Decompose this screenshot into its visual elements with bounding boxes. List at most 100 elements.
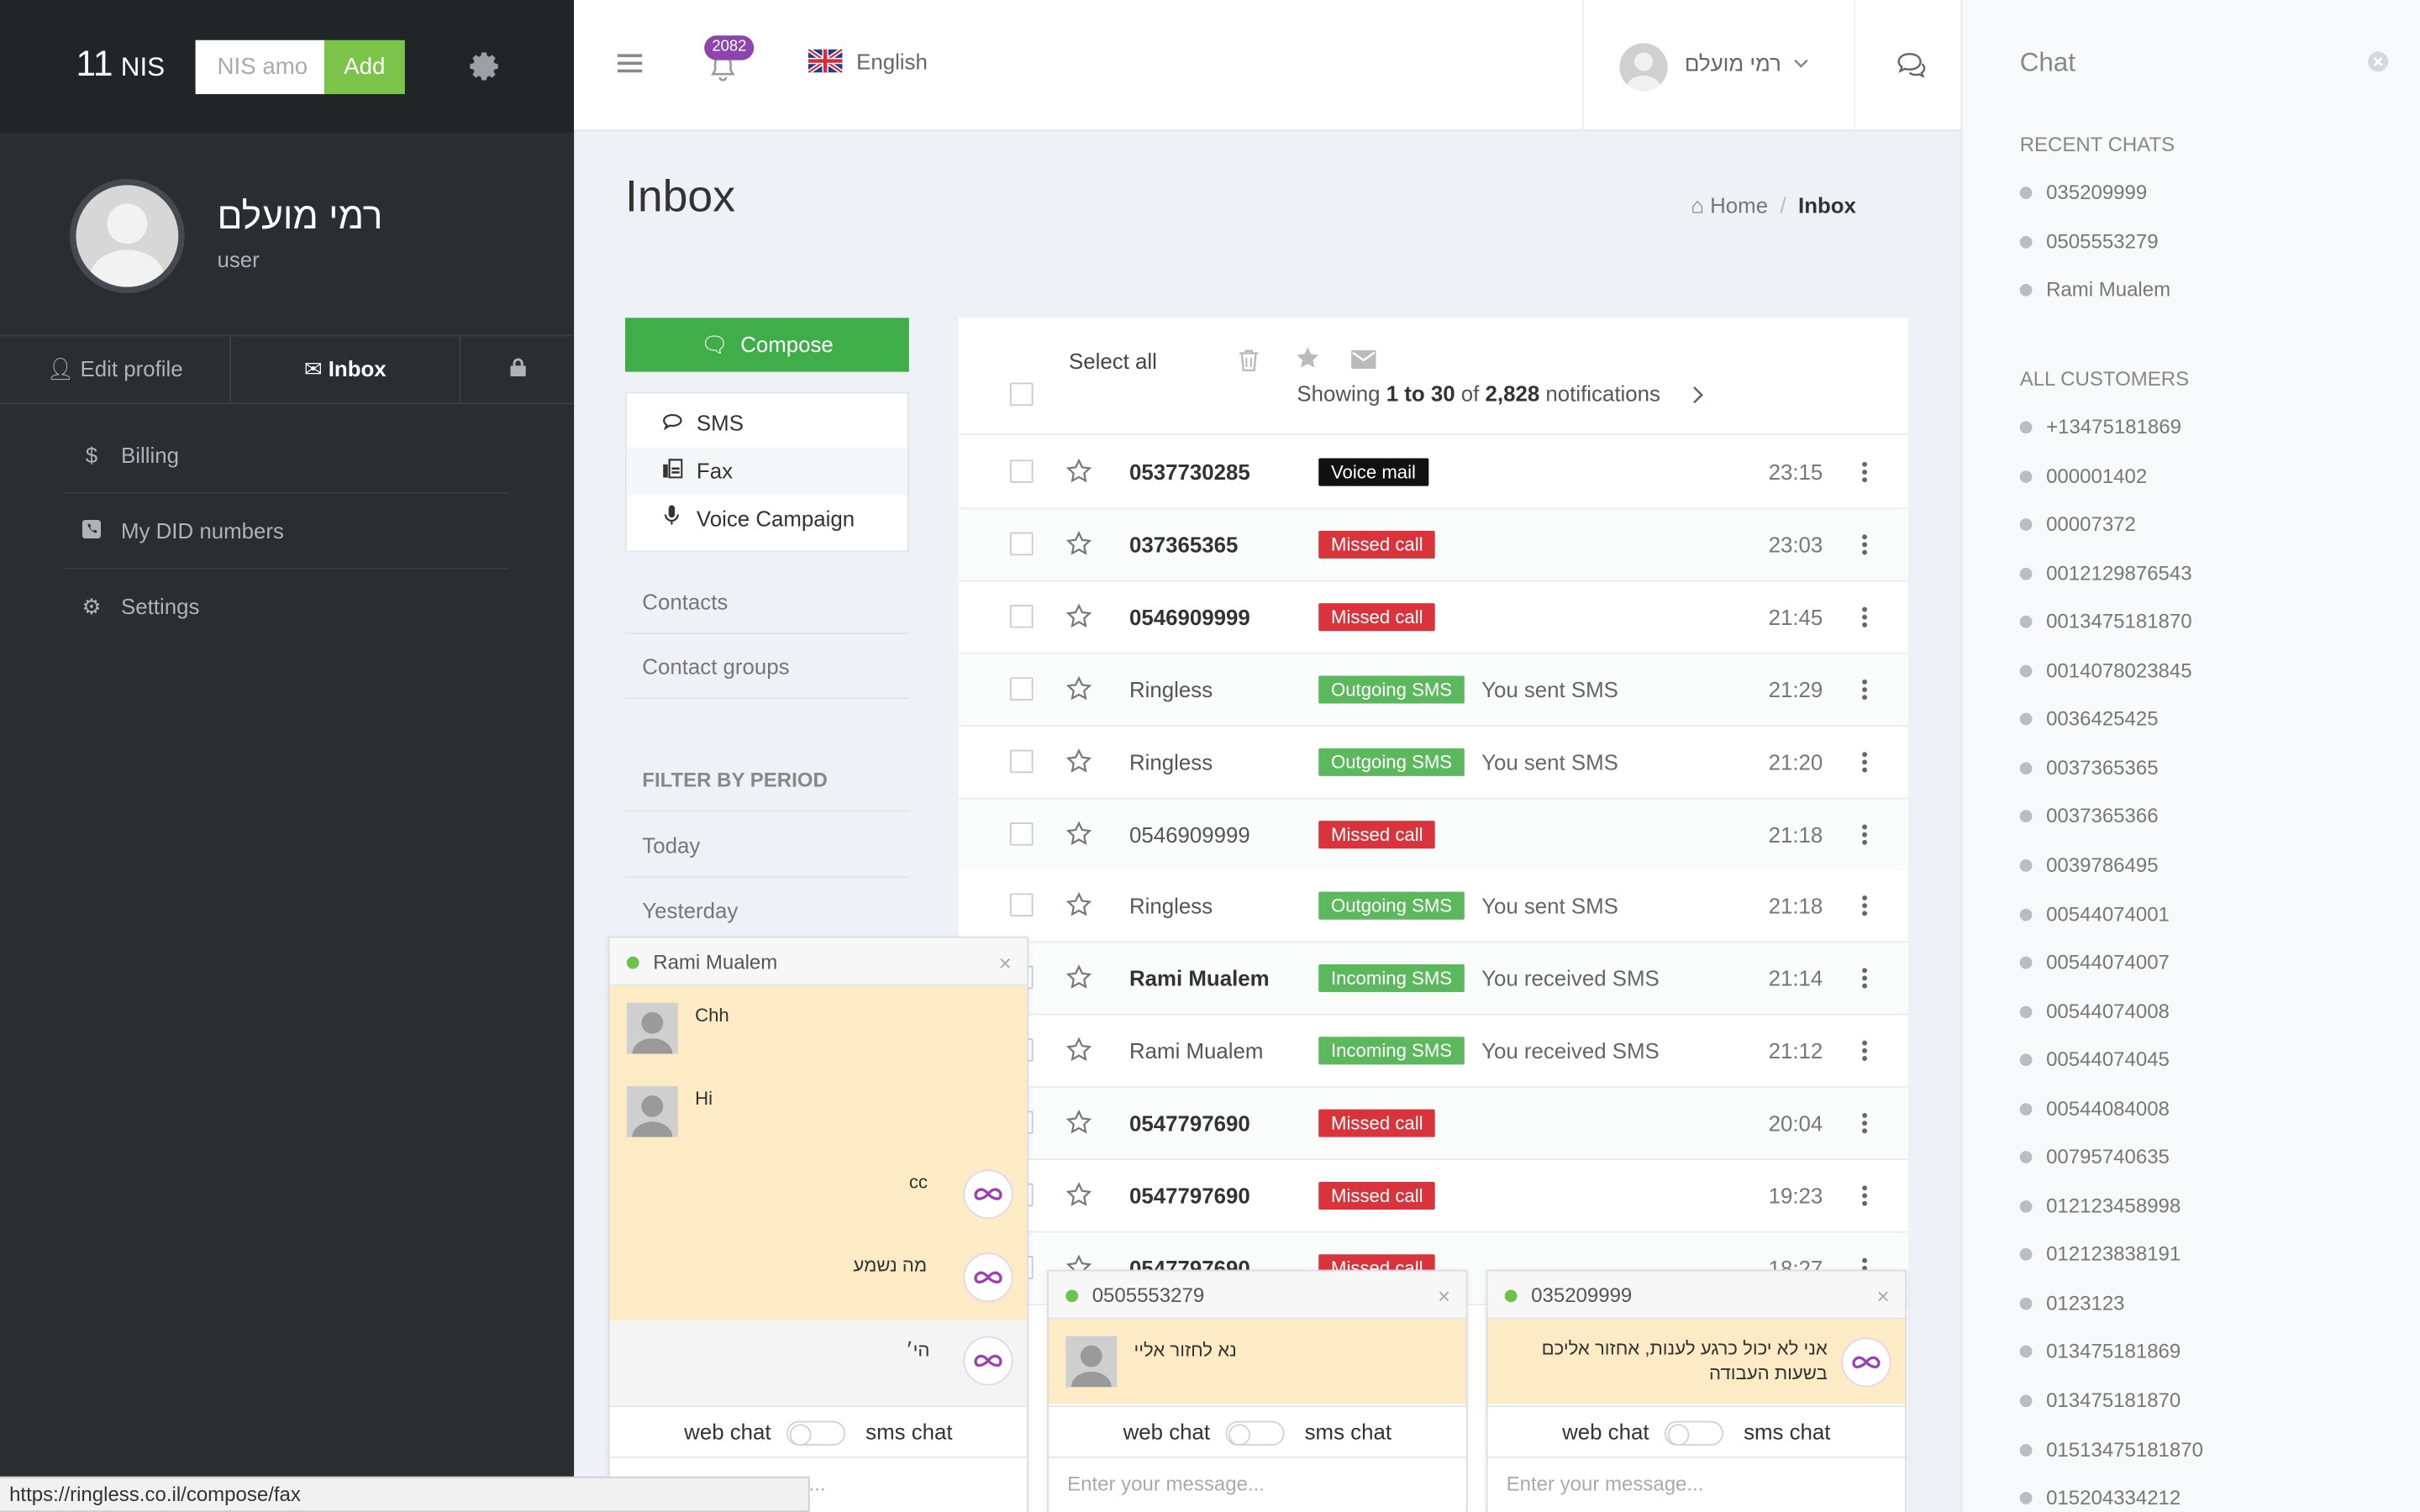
chat-mode-switch[interactable] — [786, 1420, 846, 1446]
gear-icon[interactable] — [469, 51, 500, 82]
header-avatar[interactable] — [1619, 43, 1668, 92]
customer-item[interactable]: 00007372 — [2019, 509, 2136, 540]
customer-item[interactable]: 0123123 — [2019, 1288, 2125, 1319]
customer-item[interactable]: 0036425425 — [2019, 704, 2159, 735]
row-checkbox[interactable] — [1009, 676, 1034, 701]
add-credit-button[interactable]: Add — [324, 39, 405, 95]
table-row[interactable]: 0546909999 Missed call 21:45 — [958, 581, 1908, 654]
more-vertical-icon[interactable] — [1861, 677, 1868, 701]
chat-message-input[interactable]: Enter your message... — [1487, 1456, 1906, 1512]
star-icon[interactable] — [1065, 1182, 1092, 1208]
select-all-label[interactable]: Select all — [1069, 349, 1157, 373]
tab-lock[interactable] — [459, 336, 574, 403]
select-all-checkbox[interactable] — [1009, 382, 1034, 407]
customer-item[interactable]: 0037365366 — [2019, 801, 2159, 832]
more-vertical-icon[interactable] — [1861, 1184, 1868, 1208]
type-fax[interactable]: Fax — [626, 447, 908, 496]
tab-edit-profile[interactable]: 👤︎ Edit profile — [0, 336, 229, 402]
sidebar-item-settings[interactable]: ⚙︎ Settings — [66, 570, 509, 645]
type-sms[interactable]: SMS — [627, 400, 908, 448]
close-icon[interactable] — [2367, 51, 2389, 73]
amount-input[interactable]: NIS amo — [195, 39, 326, 95]
table-row[interactable]: 037365365 Missed call 23:03 — [958, 508, 1908, 582]
header-user-name[interactable]: רמי מועלם — [1685, 51, 1781, 76]
more-vertical-icon[interactable] — [1861, 749, 1868, 774]
chat-window-header[interactable]: Rami Mualem × — [609, 937, 1028, 986]
chat-mode-switch[interactable] — [1664, 1420, 1724, 1446]
row-checkbox[interactable] — [1009, 532, 1034, 556]
customer-item[interactable]: 000001402 — [2019, 460, 2147, 491]
chat-message-input[interactable]: Enter your message... — [1049, 1456, 1466, 1512]
chat-window-header[interactable]: 035209999 × — [1487, 1271, 1906, 1320]
breadcrumb-home[interactable]: Home — [1710, 193, 1768, 218]
recent-chat-item[interactable]: Rami Mualem — [2019, 275, 2170, 306]
star-icon[interactable] — [1065, 748, 1092, 774]
star-icon[interactable] — [1065, 530, 1092, 557]
more-vertical-icon[interactable] — [1861, 459, 1868, 484]
customer-item[interactable]: 013475181870 — [2019, 1385, 2181, 1416]
customer-item[interactable]: 00544074008 — [2019, 996, 2170, 1027]
table-row[interactable]: 0547797690 Missed call 20:04 — [958, 1088, 1908, 1161]
table-row[interactable]: Rami Mualem Incoming SMS You received SMS 2… — [958, 1015, 1908, 1089]
trash-icon[interactable] — [1238, 349, 1260, 372]
contact-groups-link[interactable]: Contact groups — [625, 634, 909, 700]
row-checkbox[interactable] — [1009, 459, 1034, 483]
star-icon[interactable] — [1065, 1109, 1092, 1136]
sidebar-item-billing[interactable]: $ Billing — [65, 418, 509, 494]
more-vertical-icon[interactable] — [1861, 605, 1868, 629]
chat-toggle-icon[interactable] — [1896, 51, 1927, 79]
customer-item[interactable]: 0037365365 — [2019, 753, 2159, 784]
filter-today[interactable]: Today — [625, 813, 909, 879]
chevron-down-icon[interactable] — [1793, 59, 1808, 70]
star-icon[interactable] — [1065, 602, 1092, 629]
chevron-right-icon[interactable] — [1691, 386, 1704, 404]
row-checkbox[interactable] — [1009, 604, 1034, 628]
more-vertical-icon[interactable] — [1861, 1038, 1868, 1063]
customer-item[interactable]: 012123838191 — [2019, 1240, 2181, 1271]
customer-item[interactable]: 013475181869 — [2019, 1336, 2181, 1368]
close-icon[interactable]: × — [1438, 1284, 1450, 1308]
customer-item[interactable]: 00544084008 — [2019, 1094, 2170, 1125]
tab-inbox[interactable]: ✉︎ Inbox — [229, 336, 459, 403]
star-icon[interactable] — [1065, 1037, 1092, 1063]
more-vertical-icon[interactable] — [1861, 966, 1868, 990]
customer-item[interactable]: 0012129876543 — [2019, 558, 2192, 589]
type-voice-campaign[interactable]: Voice Campaign — [627, 496, 908, 543]
customer-item[interactable]: 012123458998 — [2019, 1191, 2181, 1222]
table-row[interactable]: Ringless Outgoing SMS You sent SMS 21:20 — [958, 726, 1908, 799]
more-vertical-icon[interactable] — [1861, 894, 1868, 918]
star-icon[interactable] — [1065, 458, 1092, 485]
customer-item[interactable]: 0014078023845 — [2019, 655, 2192, 686]
row-checkbox[interactable] — [1009, 748, 1034, 773]
hamburger-menu-icon[interactable] — [617, 54, 643, 73]
customer-item[interactable]: 0013475181870 — [2019, 606, 2192, 638]
row-checkbox[interactable] — [1009, 822, 1034, 845]
star-icon[interactable] — [1065, 820, 1092, 846]
star-icon[interactable] — [1065, 675, 1092, 701]
star-icon[interactable] — [1065, 892, 1092, 918]
compose-button[interactable]: 🗨︎ Compose — [625, 318, 909, 372]
close-icon[interactable]: × — [1877, 1284, 1890, 1308]
customer-item[interactable]: 015204334212 — [2019, 1483, 2181, 1512]
language-selector[interactable]: English — [856, 50, 928, 74]
recent-chat-item[interactable]: 0505553279 — [2019, 226, 2159, 257]
customer-item[interactable]: +13475181869 — [2019, 412, 2181, 443]
row-checkbox[interactable] — [1009, 894, 1034, 917]
star-icon[interactable] — [1065, 964, 1092, 991]
customer-item[interactable]: 0039786495 — [2019, 850, 2159, 881]
more-vertical-icon[interactable] — [1861, 1111, 1868, 1136]
table-row[interactable]: Ringless Outgoing SMS You sent SMS 21:18 — [958, 870, 1908, 943]
table-row[interactable]: Ringless Outgoing SMS You sent SMS 21:29 — [958, 654, 1908, 727]
table-row[interactable]: 0547797690 Missed call 19:23 — [958, 1160, 1908, 1233]
customer-item[interactable]: 00795740635 — [2019, 1142, 2170, 1173]
customer-item[interactable]: 00544074007 — [2019, 948, 2170, 979]
more-vertical-icon[interactable] — [1861, 532, 1868, 556]
chat-window-header[interactable]: 0505553279 × — [1049, 1271, 1466, 1320]
more-vertical-icon[interactable] — [1861, 822, 1868, 846]
envelope-icon[interactable] — [1351, 349, 1376, 369]
customer-item[interactable]: 01513475181870 — [2019, 1434, 2203, 1465]
table-row[interactable]: 0537730285 Voice mail 23:15 — [958, 436, 1908, 510]
close-icon[interactable]: × — [999, 950, 1012, 974]
sidebar-item-did-numbers[interactable]: My DID numbers — [65, 494, 509, 570]
contacts-link[interactable]: Contacts — [625, 570, 909, 634]
